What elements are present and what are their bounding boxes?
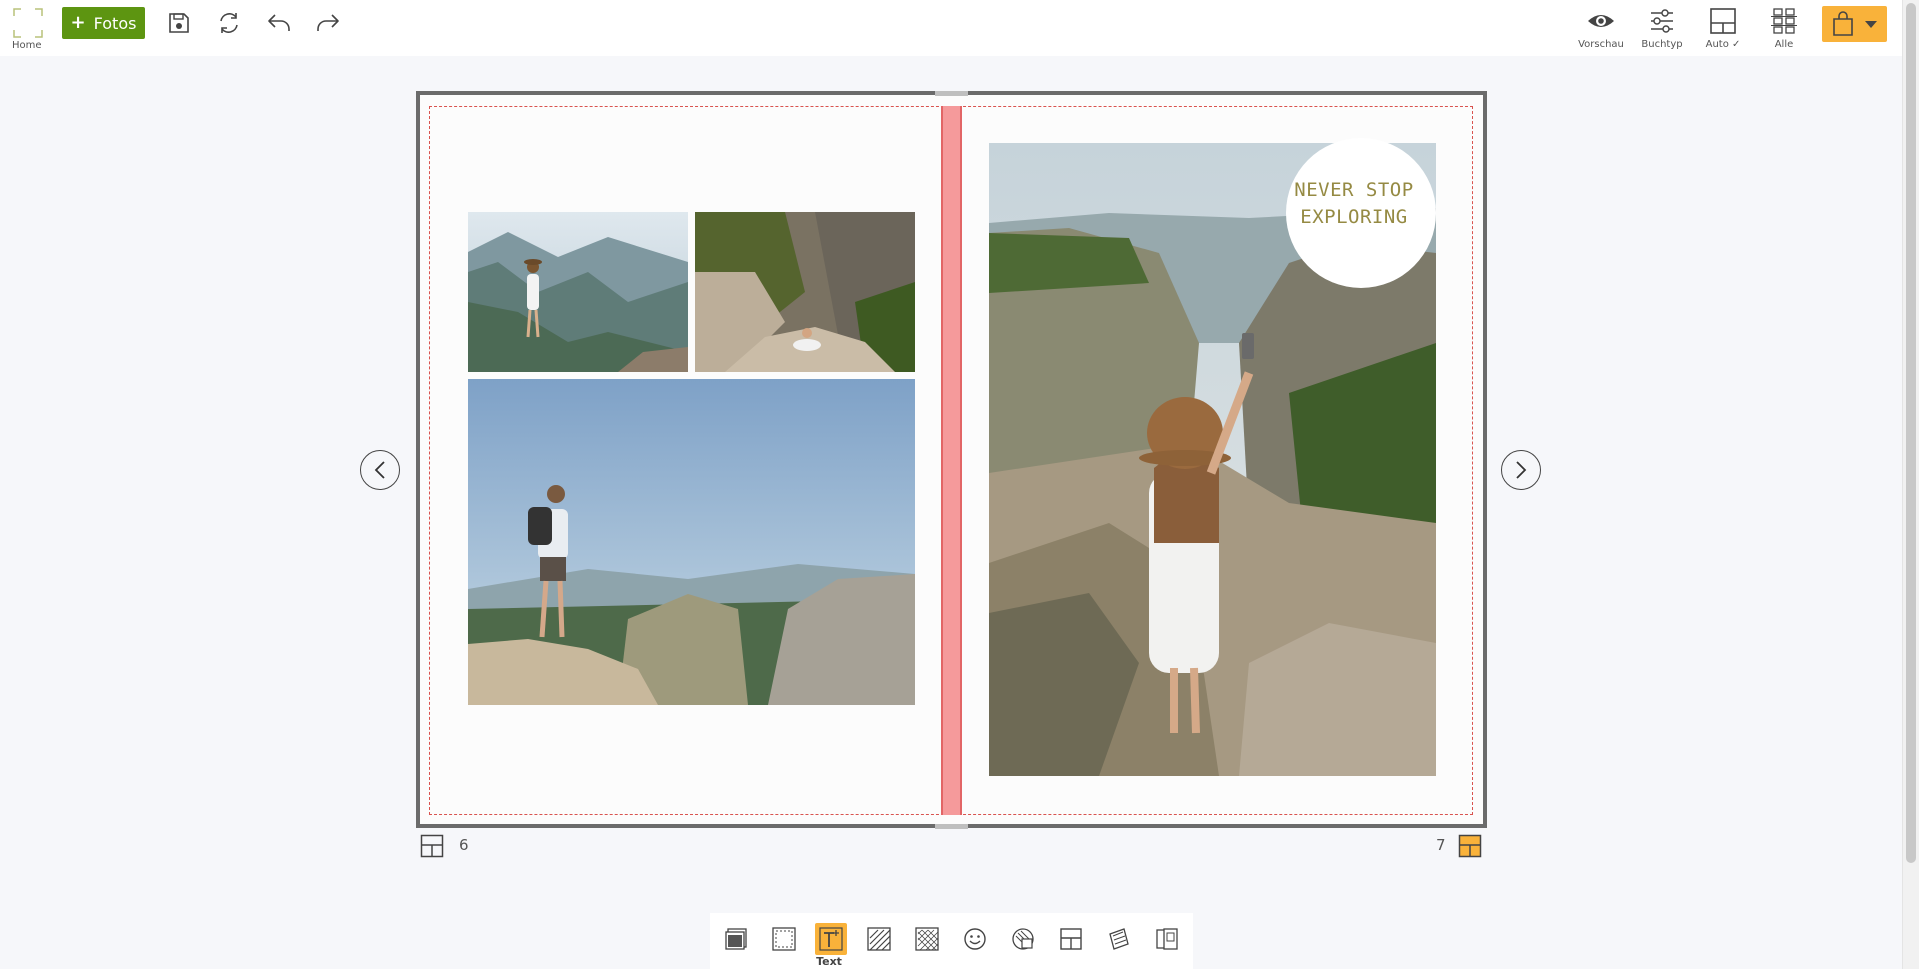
home-button[interactable]: Home [10, 6, 46, 52]
refresh-icon [220, 13, 238, 33]
frame-select-tool[interactable] [768, 923, 800, 955]
right-page-layout-icon[interactable] [1458, 834, 1482, 858]
save-icon [169, 13, 189, 33]
redo-icon [317, 14, 339, 31]
shopping-bag-icon [1832, 11, 1853, 36]
photo-image [695, 212, 915, 372]
sticker-tool[interactable] [959, 923, 991, 955]
auto-layout-button[interactable]: Auto ✓ [1693, 6, 1753, 54]
preview-label: Vorschau [1578, 39, 1624, 50]
right-page-number: 7 [1436, 836, 1446, 854]
text-tool[interactable] [815, 923, 847, 955]
auto-layout-label: Auto ✓ [1705, 39, 1741, 50]
mask-tool[interactable] [1007, 923, 1039, 955]
plus-icon: + [70, 12, 86, 33]
all-pages-label: Alle [1774, 39, 1794, 50]
spine-marker-bottom [935, 824, 968, 829]
vertical-scrollbar[interactable] [1902, 0, 1919, 969]
grid-icon [1771, 8, 1797, 34]
photo-hiker-with-backpack[interactable] [468, 379, 915, 705]
text-block-circle[interactable]: NEVER STOP EXPLORING [1286, 138, 1436, 288]
chevron-right-icon [1516, 461, 1527, 479]
mask-icon [1012, 928, 1034, 950]
add-photos-button[interactable]: + Fotos [62, 7, 145, 39]
text-icon [819, 927, 843, 951]
pages-icon [1156, 928, 1178, 950]
add-photos-label: Fotos [93, 13, 137, 33]
bottom-toolbar: Text [710, 913, 1193, 969]
clipart-tool[interactable] [1103, 923, 1135, 955]
photo-woman-resting-on-rocks[interactable] [695, 212, 915, 372]
emoji-icon [964, 928, 986, 950]
layout-icon [1060, 928, 1082, 950]
refresh-button[interactable] [213, 8, 245, 38]
layout-tool[interactable] [1055, 923, 1087, 955]
save-button[interactable] [163, 8, 195, 38]
texture-tool[interactable] [911, 923, 943, 955]
top-toolbar: Home + Fotos Vorschau Buchtyp Auto ✓ All… [0, 0, 1902, 56]
book-type-label: Buchtyp [1641, 39, 1683, 50]
book-type-button[interactable]: Buchtyp [1632, 6, 1692, 54]
previous-spread-button[interactable] [360, 450, 400, 490]
texture-icon [915, 927, 939, 951]
left-page-number: 6 [459, 836, 469, 854]
sliders-icon [1651, 9, 1673, 33]
background-pattern-icon [867, 927, 891, 951]
photo-woman-mountain-view[interactable] [468, 212, 688, 372]
scrollbar-thumb[interactable] [1906, 3, 1916, 863]
text-block-content: NEVER STOP EXPLORING [1294, 179, 1414, 228]
home-frame-icon [13, 8, 43, 38]
eye-icon [1588, 15, 1614, 27]
photo-frame-tool[interactable] [720, 923, 752, 955]
select-frame-icon [772, 927, 796, 951]
redo-button[interactable] [312, 8, 344, 38]
photo-frame-icon [725, 928, 747, 950]
undo-button[interactable] [263, 8, 295, 38]
undo-icon [268, 14, 290, 31]
chevron-left-icon [374, 461, 385, 479]
next-spread-button[interactable] [1501, 450, 1541, 490]
background-tool[interactable] [863, 923, 895, 955]
left-page-layout-icon[interactable] [420, 834, 444, 858]
layout-icon [1710, 8, 1736, 34]
clipart-icon [1109, 928, 1129, 950]
photo-image [468, 212, 688, 372]
all-pages-button[interactable]: Alle [1754, 6, 1814, 54]
book-spine [941, 106, 962, 815]
preview-button[interactable]: Vorschau [1571, 6, 1631, 54]
active-tool-label: Text [816, 955, 842, 968]
chevron-down-icon [1864, 21, 1877, 28]
home-label: Home [12, 40, 42, 51]
spine-marker-top [935, 91, 968, 96]
pages-tool[interactable] [1151, 923, 1183, 955]
photo-image [468, 379, 915, 705]
cart-button[interactable] [1822, 6, 1887, 42]
